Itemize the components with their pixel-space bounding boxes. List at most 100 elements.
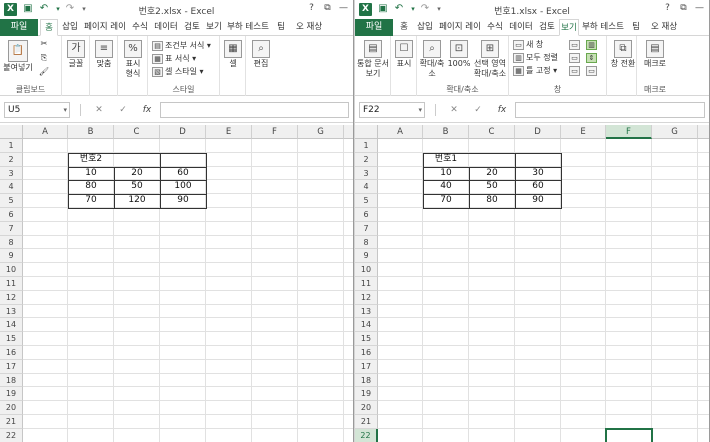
- tab-formulas[interactable]: 수식: [130, 19, 150, 36]
- column-header-e[interactable]: E: [206, 125, 252, 139]
- help-icon[interactable]: ?: [305, 2, 318, 15]
- tab-load-test[interactable]: 부하 테스트: [226, 19, 270, 36]
- enter-check-icon[interactable]: ✓: [116, 102, 130, 118]
- select-all-corner[interactable]: [0, 125, 23, 139]
- row-header-3[interactable]: 3: [355, 166, 378, 181]
- tab-review[interactable]: 검토: [182, 19, 202, 36]
- tab-data[interactable]: 데이터: [507, 19, 535, 36]
- user-name[interactable]: 오 재상: [296, 19, 322, 36]
- row-header-13[interactable]: 13: [355, 304, 378, 319]
- row-header-12[interactable]: 12: [0, 290, 23, 305]
- table-format-button[interactable]: ▦ 표 서식 ▾: [152, 53, 196, 64]
- cell-style-button[interactable]: ▧ 셀 스타일 ▾: [152, 66, 204, 77]
- column-header-e[interactable]: E: [561, 125, 606, 139]
- row-header-21[interactable]: 21: [0, 415, 23, 429]
- name-box[interactable]: F22 ▾: [359, 102, 425, 118]
- format-painter-icon[interactable]: 🖌: [38, 67, 50, 77]
- tab-data[interactable]: 데이터: [152, 19, 180, 36]
- row-header-15[interactable]: 15: [0, 332, 23, 346]
- tab-insert[interactable]: 삽입: [415, 19, 435, 36]
- row-header-15[interactable]: 15: [355, 332, 378, 346]
- row-header-9[interactable]: 9: [0, 249, 23, 264]
- row-header-6[interactable]: 6: [0, 208, 23, 222]
- row-header-3[interactable]: 3: [0, 166, 23, 181]
- view-side-by-side-button[interactable]: ▥: [586, 39, 599, 50]
- column-header-b[interactable]: B: [423, 125, 469, 139]
- row-header-20[interactable]: 20: [355, 401, 378, 415]
- switch-windows-button[interactable]: ⧉ 창 전환: [609, 40, 637, 69]
- minimize-icon[interactable]: —: [693, 2, 706, 15]
- paste-button[interactable]: 📋 붙여넣기: [3, 40, 33, 73]
- row-header-13[interactable]: 13: [0, 304, 23, 319]
- sync-scroll-button[interactable]: ⇕: [586, 52, 599, 63]
- row-header-4[interactable]: 4: [0, 180, 23, 195]
- minimize-icon[interactable]: —: [337, 2, 350, 15]
- column-header-d[interactable]: D: [160, 125, 206, 139]
- row-header-11[interactable]: 11: [355, 277, 378, 291]
- tab-team[interactable]: 팀: [629, 19, 643, 36]
- row-header-7[interactable]: 7: [355, 221, 378, 236]
- row-header-8[interactable]: 8: [355, 235, 378, 250]
- help-icon[interactable]: ?: [661, 2, 674, 15]
- column-header-b[interactable]: B: [68, 125, 114, 139]
- worksheet-grid[interactable]: A B C D E F G 1 2 3 4 5 6 7 8 9 10 11 12 13 14 15 16 17 18 19 20 21…: [0, 125, 353, 442]
- tab-page-layout[interactable]: 페이지 레이: [437, 19, 483, 36]
- column-header-f[interactable]: F: [606, 125, 652, 139]
- row-header-1[interactable]: 1: [0, 139, 23, 153]
- row-header-11[interactable]: 11: [0, 277, 23, 291]
- zoom-button[interactable]: ⌕ 확대/축소: [419, 40, 445, 79]
- new-window-button[interactable]: ▭ 새 창: [513, 39, 543, 50]
- tab-load-test[interactable]: 부하 테스트: [581, 19, 625, 36]
- row-header-10[interactable]: 10: [355, 263, 378, 277]
- row-header-5[interactable]: 5: [355, 194, 378, 208]
- row-header-14[interactable]: 14: [0, 318, 23, 333]
- tab-view[interactable]: 보기: [559, 19, 579, 36]
- tab-file[interactable]: 파일: [355, 19, 393, 36]
- row-header-8[interactable]: 8: [0, 235, 23, 250]
- hide-button[interactable]: ▭: [569, 52, 582, 63]
- chevron-down-icon[interactable]: ▾: [63, 103, 67, 117]
- cancel-icon[interactable]: ✕: [447, 102, 461, 118]
- tab-review[interactable]: 검토: [537, 19, 557, 36]
- row-header-19[interactable]: 19: [0, 387, 23, 402]
- row-header-17[interactable]: 17: [0, 359, 23, 374]
- ribbon-display-icon[interactable]: ⧉: [321, 2, 334, 15]
- row-header-2[interactable]: 2: [355, 152, 378, 167]
- column-header-d[interactable]: D: [515, 125, 561, 139]
- row-header-6[interactable]: 6: [355, 208, 378, 222]
- row-header-4[interactable]: 4: [355, 180, 378, 195]
- row-header-22[interactable]: 22: [0, 428, 23, 442]
- column-header-a[interactable]: A: [378, 125, 423, 139]
- chevron-down-icon[interactable]: ▾: [418, 103, 422, 117]
- row-header-1[interactable]: 1: [355, 139, 378, 153]
- row-header-18[interactable]: 18: [0, 373, 23, 388]
- row-header-22[interactable]: 22: [355, 428, 378, 442]
- column-header-c[interactable]: C: [114, 125, 160, 139]
- unhide-button[interactable]: ▭: [569, 65, 582, 76]
- copy-icon[interactable]: ⎘: [38, 53, 50, 63]
- row-header-17[interactable]: 17: [355, 359, 378, 374]
- tab-home[interactable]: 홈: [395, 19, 413, 36]
- select-all-corner[interactable]: [355, 125, 378, 139]
- column-header-c[interactable]: C: [469, 125, 515, 139]
- number-format-button[interactable]: % 표시 형식: [121, 40, 145, 79]
- tab-insert[interactable]: 삽입: [60, 19, 80, 36]
- user-name[interactable]: 오 재상: [651, 19, 677, 36]
- row-header-21[interactable]: 21: [355, 415, 378, 429]
- row-header-14[interactable]: 14: [355, 318, 378, 333]
- workbook-views-button[interactable]: ▤ 통합 문서 보기: [357, 40, 389, 79]
- enter-check-icon[interactable]: ✓: [471, 102, 485, 118]
- cut-icon[interactable]: ✂: [38, 39, 50, 49]
- show-button[interactable]: ☐ 표시: [394, 40, 414, 69]
- active-cell[interactable]: [605, 427, 653, 442]
- formula-input[interactable]: [160, 102, 349, 118]
- row-header-20[interactable]: 20: [0, 401, 23, 415]
- tab-home[interactable]: 홈: [40, 19, 58, 36]
- ribbon-display-icon[interactable]: ⧉: [677, 2, 690, 15]
- column-header-g[interactable]: G: [652, 125, 698, 139]
- formula-input[interactable]: [515, 102, 705, 118]
- name-box[interactable]: U5 ▾: [4, 102, 70, 118]
- cells-button[interactable]: ▦ 셀: [223, 40, 243, 69]
- row-header-5[interactable]: 5: [0, 194, 23, 208]
- row-header-18[interactable]: 18: [355, 373, 378, 388]
